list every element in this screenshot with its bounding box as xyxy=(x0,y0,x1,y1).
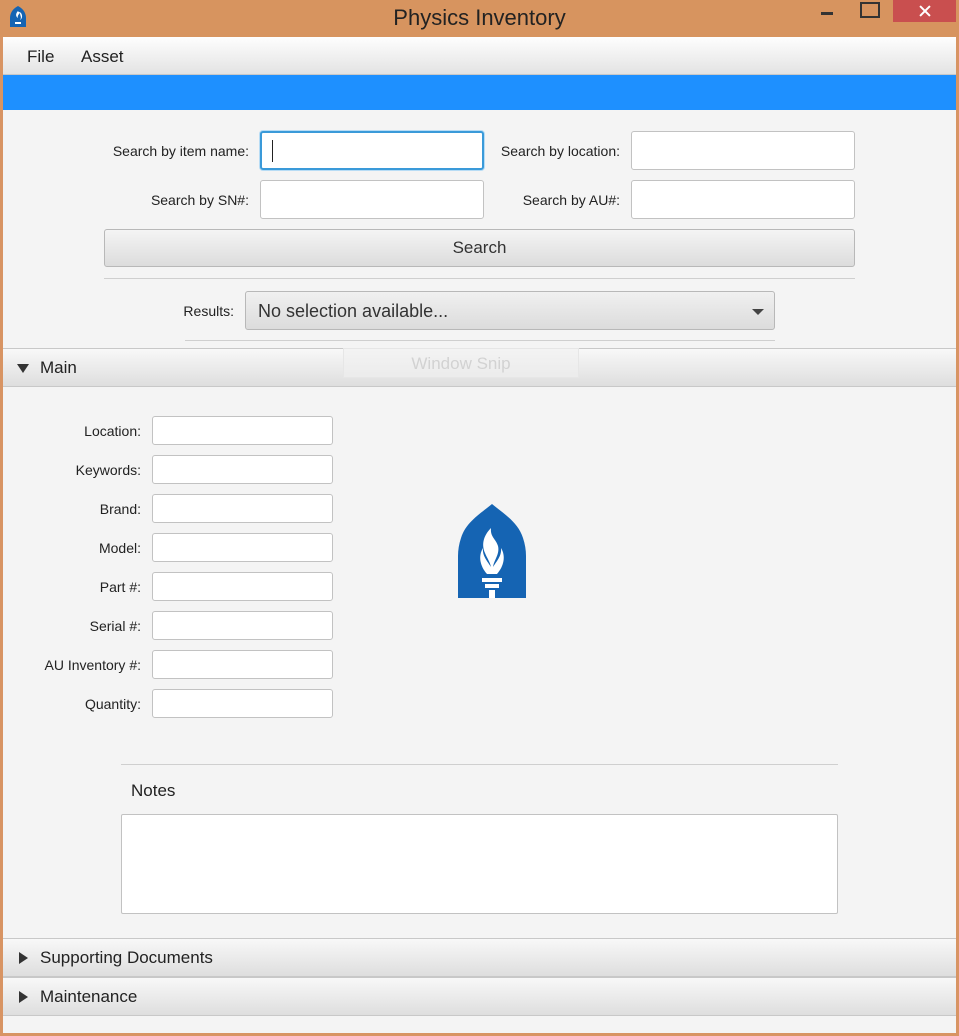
title-bar: Physics Inventory xyxy=(0,0,959,37)
accent-banner xyxy=(3,75,956,110)
part-number-field[interactable] xyxy=(152,572,333,601)
expand-arrow-right-icon xyxy=(19,952,28,964)
brand-field[interactable] xyxy=(152,494,333,523)
location-field[interactable] xyxy=(152,416,333,445)
search-au-input[interactable] xyxy=(631,180,855,219)
au-inventory-label: AU Inventory #: xyxy=(44,657,142,673)
search-au-label: Search by AU#: xyxy=(522,192,620,208)
model-label: Model: xyxy=(98,540,141,556)
search-button[interactable]: Search xyxy=(104,229,855,267)
search-location-label: Search by location: xyxy=(500,143,620,159)
text-caret xyxy=(272,140,273,162)
supporting-documents-section-header[interactable]: Supporting Documents xyxy=(3,938,956,977)
search-location-input[interactable] xyxy=(631,131,855,170)
chevron-down-icon xyxy=(752,309,764,315)
results-separator xyxy=(185,340,775,341)
keywords-label: Keywords: xyxy=(75,462,141,478)
results-selected-value: No selection available... xyxy=(258,301,449,321)
menu-asset[interactable]: Asset xyxy=(81,47,124,67)
app-client-area: File Asset Search by item name: Search b… xyxy=(3,37,956,1033)
model-field[interactable] xyxy=(152,533,333,562)
maintenance-title: Maintenance xyxy=(40,987,138,1006)
brand-label: Brand: xyxy=(99,501,141,517)
notes-label: Notes xyxy=(131,781,176,800)
search-sn-input[interactable] xyxy=(260,180,484,219)
maintenance-section-header[interactable]: Maintenance xyxy=(3,977,956,1016)
notes-textarea[interactable] xyxy=(121,814,838,914)
au-inventory-field[interactable] xyxy=(152,650,333,679)
search-item-name-label: Search by item name: xyxy=(112,143,249,159)
quantity-label: Quantity: xyxy=(84,696,141,712)
part-number-label: Part #: xyxy=(99,579,141,595)
search-sn-label: Search by SN#: xyxy=(150,192,249,208)
close-button[interactable] xyxy=(893,0,956,22)
results-dropdown[interactable]: No selection available... xyxy=(245,291,775,330)
search-separator xyxy=(104,278,855,279)
notes-separator xyxy=(121,764,838,765)
menu-bar: File Asset xyxy=(3,37,956,75)
keywords-field[interactable] xyxy=(152,455,333,484)
expand-arrow-down-icon xyxy=(17,364,29,373)
window-snip-overlay: Window Snip xyxy=(343,348,579,378)
search-item-name-input[interactable] xyxy=(260,131,484,170)
main-section-title: Main xyxy=(40,358,77,377)
serial-number-field[interactable] xyxy=(152,611,333,640)
location-label: Location: xyxy=(84,423,141,439)
minimize-button[interactable] xyxy=(806,0,846,22)
flame-logo-icon xyxy=(458,504,526,598)
expand-arrow-right-icon xyxy=(19,991,28,1003)
maximize-button[interactable] xyxy=(850,0,890,22)
quantity-field[interactable] xyxy=(152,689,333,718)
supporting-documents-title: Supporting Documents xyxy=(40,948,213,967)
serial-number-label: Serial #: xyxy=(89,618,141,634)
results-label: Results: xyxy=(183,303,234,319)
menu-file[interactable]: File xyxy=(27,47,54,67)
